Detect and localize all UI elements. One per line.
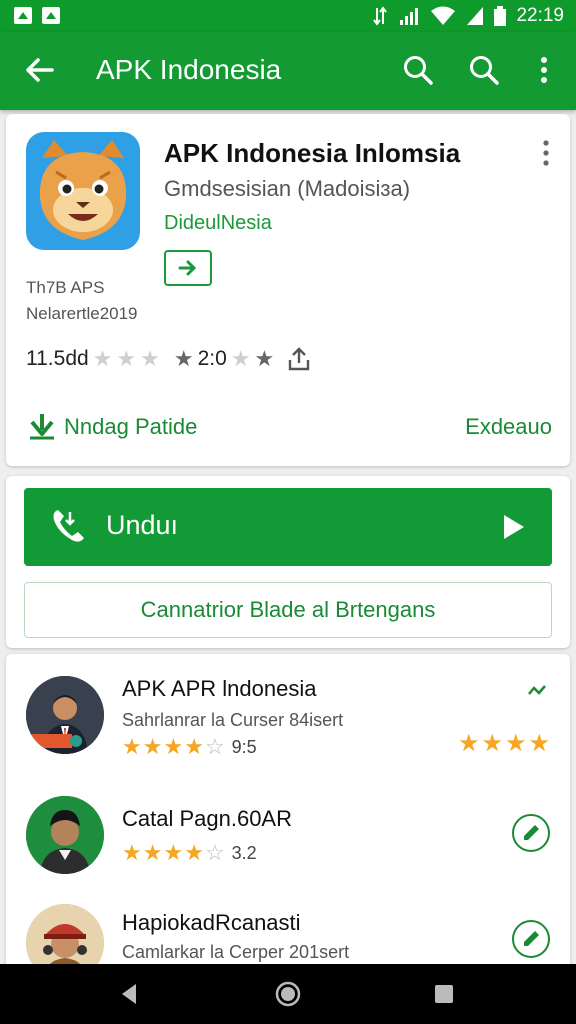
status-icons: 22:19 bbox=[372, 5, 564, 27]
wifi-icon bbox=[431, 6, 456, 25]
star-icon: ★ bbox=[184, 734, 204, 759]
page-title: APK Indonesia bbox=[96, 54, 282, 85]
notification-icons bbox=[14, 7, 60, 24]
person-photo-icon bbox=[26, 676, 104, 754]
search-icon[interactable] bbox=[400, 52, 436, 88]
open-button[interactable] bbox=[164, 250, 212, 286]
star-icon: ★ bbox=[254, 346, 275, 371]
status-bar: 22:19 bbox=[0, 0, 576, 32]
rating-value: 3.2 bbox=[231, 842, 257, 863]
image-notification-icon bbox=[14, 7, 32, 24]
app-bar: APK Indonesia bbox=[0, 32, 576, 110]
system-nav-bar bbox=[0, 964, 576, 1024]
more-vert-icon[interactable] bbox=[542, 140, 550, 166]
list-item-subtitle: Sahrlanrar la Curser 84isert bbox=[122, 710, 344, 730]
list-item-title: Catal Pagn.60AR bbox=[122, 806, 292, 831]
app-name: APK Indonesia Inlomsia bbox=[164, 138, 461, 168]
install-note-label: Nndag Patide bbox=[64, 414, 198, 439]
download-button[interactable]: Unduı bbox=[24, 488, 552, 566]
star-icon: ★ bbox=[116, 346, 137, 371]
install-note[interactable]: Nndag Patide bbox=[26, 412, 197, 442]
related-apps-card: APK APR lndonesia Sahrlanrar la Curser 8… bbox=[6, 654, 570, 982]
list-item-rating: ★ ★ ★ ★ ☆ 3.2 bbox=[122, 842, 257, 864]
rating-value: 9:5 bbox=[231, 736, 257, 757]
cat-mascot-icon bbox=[39, 140, 127, 240]
app-info-card: APK Indonesia Inlomsia Gmdsesisian (Mado… bbox=[6, 114, 570, 466]
share-icon[interactable] bbox=[286, 346, 312, 372]
edit-button[interactable] bbox=[512, 814, 550, 852]
signal-icon bbox=[467, 7, 484, 25]
rating-value: 2:0 bbox=[197, 347, 227, 370]
signal-icon bbox=[400, 8, 419, 25]
edit-button[interactable] bbox=[512, 920, 550, 958]
star-icon: ★ bbox=[163, 734, 184, 759]
rating-stars: ★ ★ ★ ★ bbox=[458, 732, 550, 756]
star-icon: ★ bbox=[142, 840, 163, 865]
developer-name[interactable]: Gmdsesisian (Madoisiɜa) bbox=[164, 176, 410, 202]
app-meta-line: Nelarertle2019 bbox=[26, 304, 138, 323]
avatar bbox=[26, 676, 104, 754]
more-vert-icon[interactable] bbox=[526, 52, 562, 88]
person-photo-icon bbox=[26, 796, 104, 874]
rating-value: 11.5dd bbox=[26, 347, 89, 370]
image-notification-icon bbox=[42, 7, 60, 24]
star-outline-icon: ☆ bbox=[204, 734, 225, 759]
trend-icon bbox=[528, 685, 546, 695]
download-button-label: Unduı bbox=[106, 510, 179, 540]
list-item[interactable]: APK APR lndonesia Sahrlanrar la Curser 8… bbox=[6, 672, 570, 782]
app-meta-line: Th7B APS bbox=[26, 278, 105, 297]
list-item-rating: ★ ★ ★ ★ ☆ 9:5 bbox=[122, 736, 257, 758]
category-link[interactable]: DideulNesia bbox=[164, 212, 272, 235]
star-icon: ★ bbox=[457, 730, 480, 757]
battery-icon bbox=[494, 6, 507, 26]
play-icon bbox=[504, 515, 524, 539]
search-icon[interactable] bbox=[466, 52, 502, 88]
star-icon: ★ bbox=[173, 346, 194, 371]
pencil-icon bbox=[524, 931, 539, 946]
star-icon: ★ bbox=[163, 840, 184, 865]
list-item-title: APK APR lndonesia bbox=[122, 676, 317, 701]
avatar bbox=[26, 796, 104, 874]
extra-link[interactable]: Exdeauo bbox=[465, 414, 552, 440]
secondary-button[interactable]: Cannatrior Blade al Brtengans bbox=[24, 582, 552, 638]
star-icon: ★ bbox=[140, 346, 160, 371]
pencil-icon bbox=[524, 825, 539, 840]
recents-nav-icon[interactable] bbox=[428, 978, 460, 1010]
back-icon[interactable] bbox=[22, 52, 58, 88]
list-item-subtitle: Camlarkar la Cerper 201sert bbox=[122, 942, 350, 962]
star-icon: ★ bbox=[504, 730, 527, 757]
back-nav-icon[interactable] bbox=[114, 978, 146, 1010]
list-item-title: HapiokadRcanasti bbox=[122, 910, 301, 935]
star-icon: ★ bbox=[142, 734, 163, 759]
star-icon: ★ bbox=[122, 734, 142, 759]
phone-download-icon bbox=[53, 510, 84, 542]
list-item[interactable]: Catal Pagn.60AR ★ ★ ★ ★ ☆ 3.2 bbox=[6, 794, 570, 904]
star-icon: ★ bbox=[481, 730, 503, 757]
arrow-right-icon bbox=[178, 260, 197, 276]
home-nav-icon[interactable] bbox=[272, 978, 304, 1010]
download-check-icon bbox=[30, 414, 54, 440]
star-outline-icon: ☆ bbox=[204, 840, 225, 865]
data-transfer-icon bbox=[373, 6, 388, 26]
star-icon: ★ bbox=[230, 346, 251, 371]
app-icon[interactable] bbox=[26, 132, 140, 250]
star-icon: ★ bbox=[528, 730, 550, 757]
action-card: Unduı Cannatrior Blade al Brtengans bbox=[6, 476, 570, 648]
rating-row: 11.5dd ★ ★ ★ ★ 2:0 ★ ★ bbox=[26, 346, 312, 372]
star-icon: ★ bbox=[92, 346, 113, 371]
star-icon: ★ bbox=[184, 840, 204, 865]
star-icon: ★ bbox=[122, 840, 142, 865]
clock: 22:19 bbox=[516, 5, 564, 26]
